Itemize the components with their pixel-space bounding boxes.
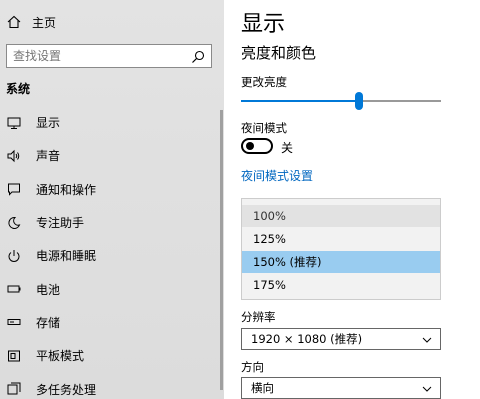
- section-heading: 亮度和颜色: [241, 44, 317, 62]
- sidebar-item-storage[interactable]: 存储: [0, 306, 224, 339]
- night-mode-settings-link[interactable]: 夜间模式设置: [241, 167, 313, 184]
- search-box[interactable]: [6, 44, 212, 68]
- scale-dropdown-list[interactable]: 100% 125% 150% (推荐) 175%: [241, 198, 441, 300]
- tablet-icon: [6, 348, 22, 364]
- nav-list: 显示 声音 通知和操作 专注助手 电源和睡眠 电池 存储 平板模式 多任务处理: [0, 106, 224, 399]
- scale-option[interactable]: 175%: [242, 274, 440, 296]
- brightness-slider-thumb[interactable]: [355, 92, 363, 110]
- section-title: 系统: [6, 82, 31, 96]
- sidebar-item-label: 多任务处理: [36, 382, 97, 397]
- resolution-value: 1920 × 1080 (推荐): [251, 332, 363, 346]
- sidebar-item-label: 通知和操作: [36, 182, 97, 197]
- sidebar-item-multitasking[interactable]: 多任务处理: [0, 372, 224, 399]
- moon-icon: [6, 215, 22, 231]
- home-button[interactable]: 主页: [6, 12, 56, 32]
- sidebar-item-label: 专注助手: [36, 216, 85, 231]
- home-label: 主页: [32, 15, 57, 30]
- brightness-slider-fill: [241, 100, 359, 102]
- battery-icon: [6, 281, 22, 297]
- scale-option[interactable]: 100%: [242, 205, 440, 227]
- brightness-label: 更改亮度: [241, 75, 287, 89]
- sidebar-item-focus-assist[interactable]: 专注助手: [0, 206, 224, 239]
- home-icon: [6, 14, 22, 30]
- sidebar-item-label: 显示: [36, 116, 61, 131]
- chevron-down-icon: [422, 334, 432, 344]
- sidebar-item-label: 平板模式: [36, 349, 85, 364]
- message-icon: [6, 181, 22, 197]
- multitask-icon: [6, 381, 22, 397]
- main-content: 显示 亮度和颜色 更改亮度 夜间模式 关 夜间模式设置 100% 125% 15…: [224, 0, 480, 399]
- brightness-slider[interactable]: [241, 92, 441, 110]
- orientation-value: 横向: [251, 381, 274, 395]
- night-mode-label: 夜间模式: [241, 121, 287, 135]
- storage-icon: [6, 314, 22, 330]
- page-title: 显示: [241, 12, 286, 37]
- monitor-icon: [6, 115, 22, 131]
- search-input[interactable]: [7, 49, 187, 63]
- chevron-down-icon: [422, 383, 432, 393]
- orientation-select[interactable]: 横向: [241, 377, 441, 399]
- sidebar-item-sound[interactable]: 声音: [0, 139, 224, 172]
- sidebar-item-label: 声音: [36, 149, 61, 164]
- power-icon: [6, 248, 22, 264]
- sidebar-item-power-sleep[interactable]: 电源和睡眠: [0, 239, 224, 272]
- night-mode-state: 关: [281, 141, 294, 155]
- sidebar-item-display[interactable]: 显示: [0, 106, 224, 139]
- sidebar-item-label: 存储: [36, 315, 61, 330]
- orientation-label: 方向: [241, 360, 264, 374]
- toggle-knob: [246, 142, 254, 150]
- speaker-icon: [6, 148, 22, 164]
- sidebar-scrollbar[interactable]: [220, 110, 223, 390]
- sidebar-item-tablet-mode[interactable]: 平板模式: [0, 339, 224, 372]
- resolution-select[interactable]: 1920 × 1080 (推荐): [241, 328, 441, 350]
- resolution-label: 分辨率: [241, 310, 276, 324]
- sidebar-item-label: 电源和睡眠: [36, 249, 97, 264]
- sidebar: 主页 系统 显示 声音 通知和操作: [0, 0, 224, 399]
- sidebar-item-battery[interactable]: 电池: [0, 272, 224, 305]
- sidebar-item-notifications[interactable]: 通知和操作: [0, 173, 224, 206]
- sidebar-item-label: 电池: [36, 282, 61, 297]
- night-mode-toggle[interactable]: [241, 138, 273, 154]
- scale-option-selected[interactable]: 150% (推荐): [242, 251, 440, 273]
- search-icon[interactable]: [191, 49, 205, 63]
- scale-option[interactable]: 125%: [242, 228, 440, 250]
